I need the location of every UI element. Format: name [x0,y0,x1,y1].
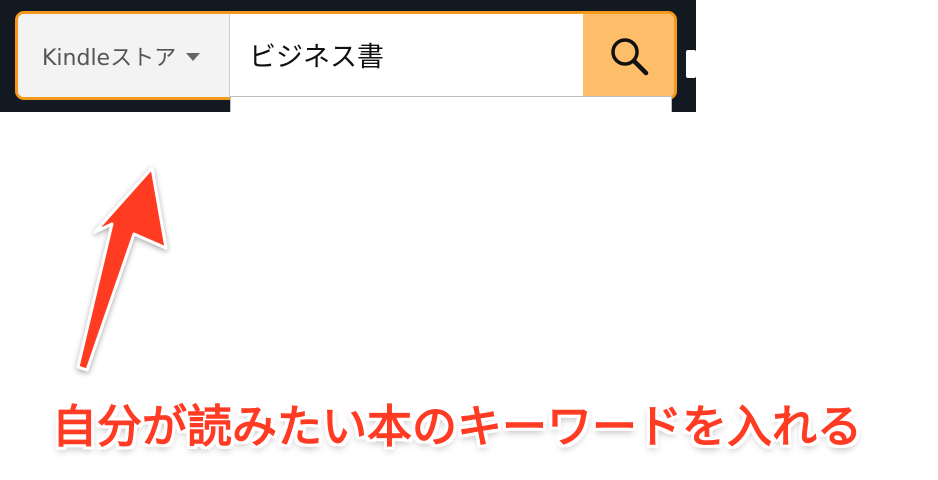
screenshot-stage: Kindleストア 自分が読みたい本のキーワードを入れる [0,0,938,480]
annotation-caption: 自分が読みたい本のキーワードを入れる [52,400,863,453]
